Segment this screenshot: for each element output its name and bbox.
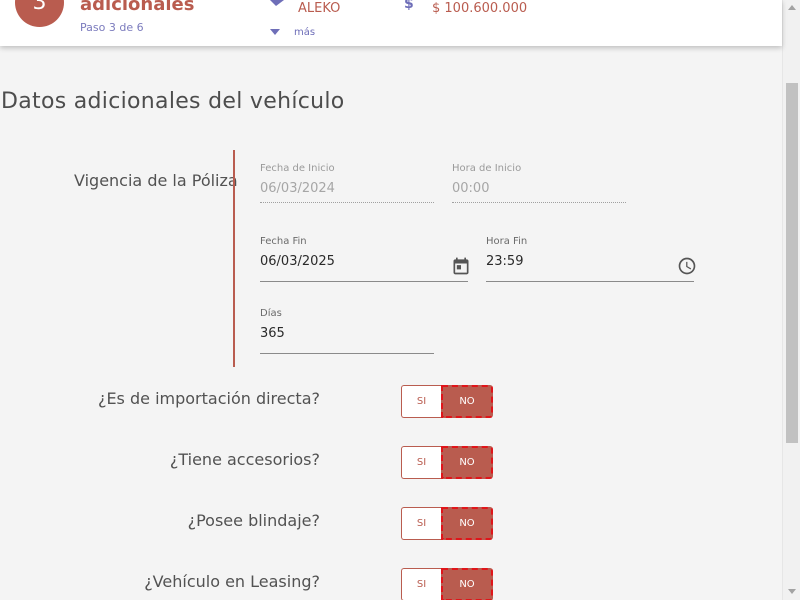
accessories-toggle: SI NO (401, 446, 493, 479)
accessories-no-button[interactable]: NO (441, 446, 493, 479)
days-underline (260, 353, 434, 354)
policy-validity-label: Vigencia de la Póliza (74, 171, 238, 190)
days-input[interactable]: 365 (260, 326, 285, 341)
end-date-input[interactable]: 06/03/2025 (260, 254, 335, 269)
dollar-icon: $ (404, 0, 414, 12)
clock-icon[interactable] (677, 256, 697, 276)
days-field[interactable]: Días 365 (260, 308, 434, 356)
leasing-toggle: SI NO (401, 568, 493, 600)
end-date-underline (260, 281, 468, 282)
page-scrollbar[interactable] (782, 0, 800, 600)
armor-no-button[interactable]: NO (441, 507, 493, 540)
armor-yes-button[interactable]: SI (401, 507, 441, 540)
start-date-label: Fecha de Inicio (260, 163, 335, 174)
direct-import-yes-button[interactable]: SI (401, 385, 441, 418)
end-time-label: Hora Fin (486, 236, 528, 247)
leasing-no-button[interactable]: NO (441, 568, 493, 600)
days-label: Días (260, 308, 282, 319)
start-time-value: 00:00 (452, 181, 490, 196)
end-time-field[interactable]: Hora Fin 23:59 (486, 236, 697, 284)
end-time-underline (486, 281, 694, 282)
end-date-field[interactable]: Fecha Fin 06/03/2025 (260, 236, 471, 284)
start-time-field: Hora de Inicio 00:00 (452, 163, 626, 211)
more-details-toggle[interactable]: más (269, 25, 315, 39)
scroll-up-arrow-icon[interactable] (788, 5, 796, 10)
chevron-down-icon (270, 29, 280, 35)
start-date-underline (260, 202, 434, 203)
question-leasing-label: ¿Vehículo en Leasing? (144, 572, 320, 591)
more-details-label: más (294, 26, 316, 38)
direct-import-toggle: SI NO (401, 385, 493, 418)
leasing-yes-button[interactable]: SI (401, 568, 441, 600)
scroll-down-arrow-icon[interactable] (788, 589, 796, 594)
start-date-value: 06/03/2024 (260, 181, 335, 196)
direct-import-no-button[interactable]: NO (441, 385, 493, 418)
question-accessories-label: ¿Tiene accesorios? (169, 450, 320, 469)
start-date-field: Fecha de Inicio 06/03/2024 (260, 163, 434, 211)
calendar-icon[interactable] (451, 256, 471, 276)
car-brand-icon (270, 0, 284, 6)
question-armor-label: ¿Posee blindaje? (187, 511, 320, 530)
step-number-badge: 3 (15, 0, 64, 27)
armor-toggle: SI NO (401, 507, 493, 540)
scroll-thumb[interactable] (786, 83, 798, 443)
step-progress-label: Paso 3 de 6 (80, 21, 144, 34)
accessories-yes-button[interactable]: SI (401, 446, 441, 479)
step-title: adicionales (80, 0, 195, 15)
end-date-label: Fecha Fin (260, 236, 307, 247)
start-time-label: Hora de Inicio (452, 163, 522, 174)
end-time-input[interactable]: 23:59 (486, 254, 523, 269)
start-time-underline (452, 202, 626, 203)
page: 3 adicionales Paso 3 de 6 ALEKO más $ $ … (0, 0, 800, 600)
stepper-header: 3 adicionales Paso 3 de 6 ALEKO más $ $ … (0, 0, 782, 46)
section-title: Datos adicionales del vehículo (1, 89, 345, 114)
question-direct-import-label: ¿Es de importación directa? (97, 389, 320, 408)
vehicle-brand-value: ALEKO (298, 1, 341, 16)
insured-value: $ 100.600.000 (432, 1, 528, 16)
validity-divider (233, 150, 235, 367)
